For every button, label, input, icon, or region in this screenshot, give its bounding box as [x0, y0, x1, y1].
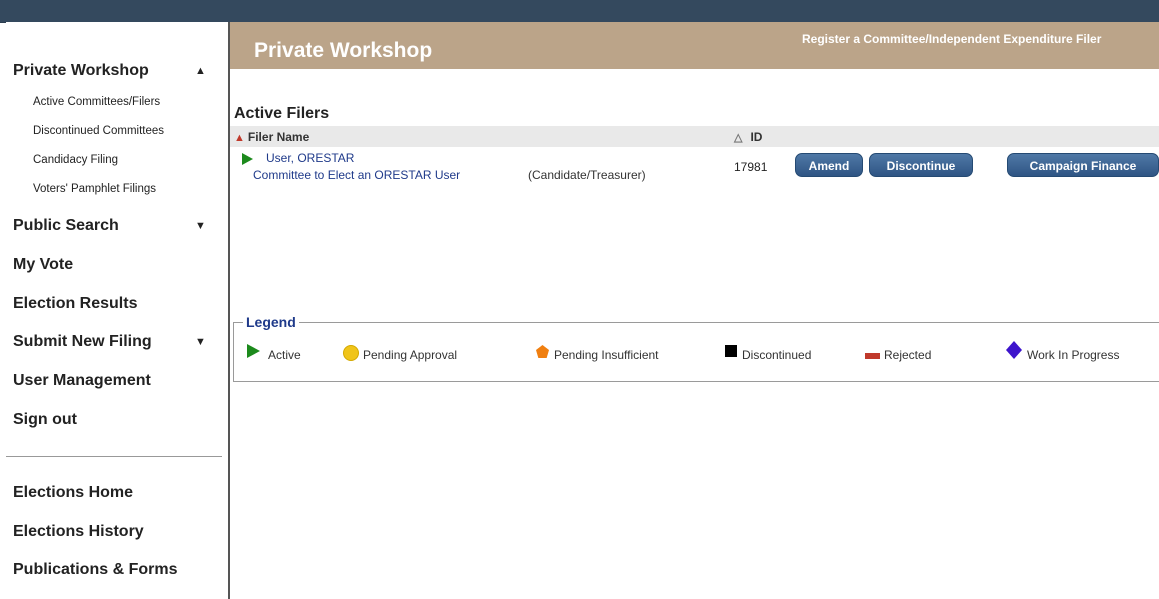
page-title: Private Workshop [254, 39, 433, 62]
discontinued-icon [725, 345, 737, 357]
sidebar-item-label: Public Search [13, 217, 119, 234]
legend: Legend Active Pending Approval Pending I… [233, 314, 1159, 382]
legend-active-label: Active [268, 348, 301, 362]
discontinue-button[interactable]: Discontinue [869, 153, 973, 177]
legend-title: Legend [243, 314, 299, 330]
collapse-arrow-icon[interactable]: ▲ [195, 65, 206, 77]
sidebar-item-user-management[interactable]: User Management [13, 372, 151, 390]
sidebar-subitem-active-committees[interactable]: Active Committees/Filers [33, 96, 160, 108]
expand-arrow-icon[interactable]: ▼ [195, 336, 206, 348]
sidebar-item-label: Elections History [13, 523, 144, 540]
pending-approval-icon [343, 345, 359, 361]
sidebar-item-submit-new-filing[interactable]: Submit New Filing [13, 333, 152, 351]
sidebar-item-label: Submit New Filing [13, 333, 152, 350]
sidebar-item-label: Election Results [13, 295, 138, 312]
expand-arrow-icon[interactable]: ▼ [195, 220, 206, 232]
legend-pending-approval-label: Pending Approval [363, 348, 458, 362]
sidebar-subitem-discontinued-committees[interactable]: Discontinued Committees [33, 125, 164, 137]
page-header: Private Workshop Register a Committee/In… [230, 22, 1159, 69]
filer-id: 17981 [734, 160, 768, 174]
column-header-id[interactable]: △ ID [734, 130, 762, 144]
sidebar-divider [6, 456, 222, 457]
sidebar-item-label: Elections Home [13, 484, 134, 501]
legend-work-in-progress-label: Work In Progress [1027, 348, 1120, 362]
amend-button[interactable]: Amend [795, 153, 863, 177]
section-title: Active Filers [234, 105, 330, 122]
sidebar-item-election-results[interactable]: Election Results [13, 295, 137, 313]
sidebar-item-label: Sign out [13, 411, 77, 428]
sidebar-item-public-search[interactable]: Public Search [13, 217, 119, 235]
sort-asc-icon: ▲ [234, 132, 245, 144]
pending-insufficient-icon [536, 345, 549, 358]
sidebar-item-label: Private Workshop [13, 62, 149, 79]
filer-name-link[interactable]: User, ORESTAR [266, 151, 354, 165]
sidebar-item-my-vote[interactable]: My Vote [13, 256, 73, 274]
table-row: User, ORESTAR Committee to Elect an ORES… [230, 150, 1159, 190]
sort-icon: △ [734, 132, 743, 144]
table-header: ▲ Filer Name △ ID [230, 126, 1159, 147]
filer-role: (Candidate/Treasurer) [528, 168, 646, 182]
legend-discontinued-label: Discontinued [742, 348, 812, 362]
sidebar-subitem-candidacy-filing[interactable]: Candidacy Filing [33, 154, 118, 166]
sidebar-item-label: My Vote [13, 256, 74, 273]
campaign-finance-button[interactable]: Campaign Finance [1007, 153, 1159, 177]
sidebar-item-sign-out[interactable]: Sign out [13, 411, 77, 429]
legend-rejected-label: Rejected [884, 348, 932, 362]
column-header-filer-name[interactable]: ▲ Filer Name [234, 130, 309, 144]
work-in-progress-icon [1006, 341, 1022, 359]
main-content: Private Workshop Register a Committee/In… [230, 22, 1159, 599]
column-label: ID [750, 130, 763, 144]
app: Private Workshop ▲ Active Committees/Fil… [6, 22, 1159, 599]
register-committee-link[interactable]: Register a Committee/Independent Expendi… [802, 32, 1101, 46]
sidebar-item-label: User Management [13, 372, 151, 389]
top-bar [0, 0, 1159, 23]
sidebar-item-publications-forms[interactable]: Publications & Forms [13, 561, 177, 579]
sidebar-subitem-voters-pamphlet[interactable]: Voters' Pamphlet Filings [33, 183, 156, 195]
status-active-icon [242, 153, 253, 165]
sidebar-item-private-workshop[interactable]: Private Workshop [13, 62, 149, 80]
sidebar-item-label: Publications & Forms [13, 561, 178, 578]
committee-name-link[interactable]: Committee to Elect an ORESTAR User [253, 168, 460, 182]
sidebar: Private Workshop ▲ Active Committees/Fil… [6, 22, 230, 599]
rejected-icon [865, 353, 880, 359]
column-label: Filer Name [247, 130, 310, 144]
active-icon [247, 344, 260, 358]
legend-pending-insufficient-label: Pending Insufficient [554, 348, 659, 362]
sidebar-item-elections-home[interactable]: Elections Home [13, 484, 133, 502]
sidebar-item-elections-history[interactable]: Elections History [13, 523, 144, 541]
